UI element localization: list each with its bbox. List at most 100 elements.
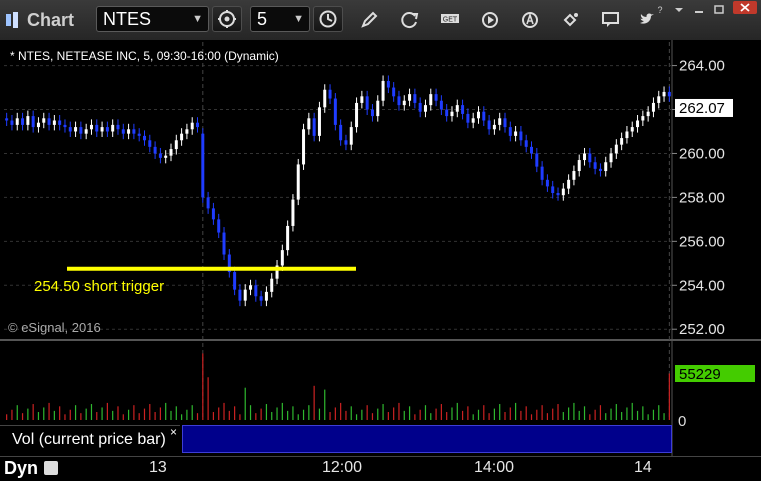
time-template-button[interactable] (313, 6, 343, 32)
volume-bar (377, 408, 379, 420)
candle-body (238, 289, 242, 301)
volume-bar (287, 410, 289, 420)
candle-body (264, 291, 268, 301)
volume-bar (658, 405, 660, 420)
volume-bar (127, 409, 130, 420)
candle-body (434, 94, 438, 101)
candle-body (132, 129, 136, 134)
draw-tool-button[interactable] (357, 8, 381, 32)
volume-bar (430, 413, 432, 420)
interval-value: 5 (257, 9, 268, 29)
candle-body (598, 168, 602, 172)
candle-body (63, 124, 67, 128)
candle-body (498, 118, 502, 125)
candle-body (286, 225, 290, 251)
volume-bar (37, 412, 40, 420)
volume-bar (265, 404, 268, 420)
candle-body (636, 120, 640, 128)
link-button[interactable] (559, 8, 583, 32)
minimize-button[interactable] (692, 2, 706, 13)
copyright-label: © eSignal, 2016 (8, 320, 101, 335)
volume-pane-close-button[interactable]: × (170, 425, 177, 439)
maximize-button[interactable] (712, 2, 726, 14)
volume-bar (212, 412, 215, 420)
help-icon: ? (657, 5, 662, 15)
volume-bar (557, 404, 559, 420)
volume-bar (106, 402, 108, 420)
symbol-input[interactable]: NTES ▼ (96, 6, 209, 32)
candle-body (524, 140, 528, 147)
volume-bar (234, 406, 236, 420)
volume-bar (249, 405, 252, 420)
volume-bar (408, 406, 411, 420)
candle-body (514, 131, 518, 136)
candle-body (461, 105, 465, 114)
candle-body (349, 127, 353, 145)
dynamic-mode-label[interactable]: Dyn (4, 458, 38, 479)
candle-body (572, 171, 576, 180)
chat-button[interactable] (599, 8, 623, 32)
volume-bar (668, 373, 670, 420)
volume-bar (488, 413, 490, 420)
chart-window-icon (6, 12, 18, 28)
candle-body (307, 118, 311, 130)
volume-bar (74, 405, 77, 420)
candle-body (148, 140, 152, 147)
gear-icon (218, 10, 236, 28)
volume-bar (80, 413, 82, 420)
menu-button[interactable] (672, 2, 686, 13)
interval-dropdown-icon[interactable]: ▼ (293, 7, 304, 31)
candle-body (68, 127, 72, 132)
candle-body (535, 153, 539, 167)
candle-body (503, 118, 507, 128)
candle-body (487, 120, 491, 130)
menu-icon (675, 8, 683, 12)
lock-icon[interactable] (44, 461, 58, 475)
help-button[interactable]: ? (653, 2, 667, 15)
close-window-button[interactable] (733, 1, 757, 14)
candle-body (593, 162, 597, 169)
volume-bar (64, 414, 66, 420)
refresh-button[interactable] (398, 8, 422, 32)
alert-button[interactable] (519, 8, 543, 32)
volume-bar (647, 414, 649, 420)
get-button[interactable]: GET (439, 8, 463, 32)
volume-bar (11, 409, 13, 420)
candle-body (651, 102, 655, 112)
volume-bar (170, 410, 172, 420)
candle-body (26, 116, 30, 125)
volume-bar (509, 407, 511, 420)
candle-body (508, 127, 512, 136)
settings-button[interactable] (212, 6, 242, 32)
volume-bar (456, 402, 458, 420)
volume-bar (69, 409, 71, 420)
volume-bar (477, 409, 480, 420)
volume-bar (271, 412, 273, 420)
volume-bar (143, 408, 146, 420)
symbol-dropdown-icon[interactable]: ▼ (192, 7, 203, 31)
candle-body (100, 127, 104, 132)
candle-body (418, 102, 422, 112)
candle-body (355, 102, 359, 128)
candle-body (657, 96, 661, 103)
volume-bar (318, 408, 321, 420)
interval-input[interactable]: 5 ▼ (250, 6, 310, 32)
candle-body (291, 199, 295, 226)
link-icon (563, 13, 578, 27)
time-axis-bar: Dyn 13 12:00 14:00 14 (0, 456, 761, 481)
candle-body (52, 120, 56, 125)
volume-bar (499, 404, 501, 420)
candle-body (662, 91, 666, 97)
candle-body (370, 109, 374, 117)
volume-bar (196, 413, 199, 420)
volume-bar (350, 406, 352, 420)
volume-bar (371, 413, 374, 420)
volume-bar (530, 414, 533, 420)
play-button[interactable] (479, 8, 503, 32)
price-chart[interactable]: 264.00262.00260.00258.00256.00254.00252.… (0, 40, 761, 456)
candle-body (530, 146, 534, 154)
volume-bar (387, 412, 389, 420)
volume-bar (636, 410, 639, 420)
chat-icon (602, 12, 619, 27)
candle-body (630, 127, 634, 132)
